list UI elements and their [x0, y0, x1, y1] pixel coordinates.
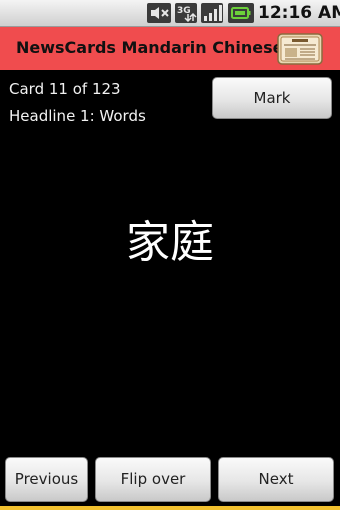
mark-button[interactable]: Mark	[212, 77, 332, 119]
headline-label: Headline 1: Words	[9, 107, 146, 125]
battery-icon	[228, 3, 254, 23]
mute-icon	[147, 3, 171, 23]
network-3g-icon	[175, 3, 197, 23]
flashcard-word[interactable]: 家庭	[0, 210, 340, 276]
status-bar: 3G 12:16 AM	[0, 0, 340, 27]
signal-strength-icon	[201, 3, 223, 23]
app-title: NewsCards Mandarin Chinese	[16, 38, 284, 57]
next-button[interactable]: Next	[218, 457, 334, 502]
bottom-accent-strip	[0, 506, 340, 510]
card-counter: Card 11 of 123	[9, 80, 121, 98]
flip-over-button[interactable]: Flip over	[95, 457, 211, 502]
newspaper-icon	[277, 33, 323, 65]
status-time: 12:16 AM	[258, 3, 340, 23]
previous-button[interactable]: Previous	[5, 457, 88, 502]
